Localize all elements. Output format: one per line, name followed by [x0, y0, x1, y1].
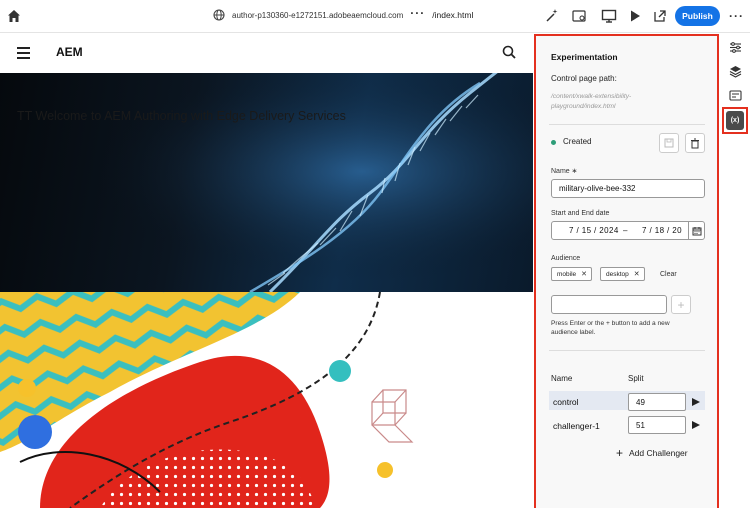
properties-icon[interactable]: [729, 41, 742, 54]
split-input[interactable]: 51: [628, 416, 686, 434]
content-tree-icon[interactable]: [729, 89, 742, 102]
open-external-icon[interactable]: [652, 7, 668, 25]
url-bar[interactable]: author-p130360-e1272151.adobeaemcloud.co…: [213, 6, 473, 21]
search-icon[interactable]: [502, 45, 516, 59]
top-toolbar: author-p130360-e1272151.adobeaemcloud.co…: [0, 0, 750, 33]
site-logo[interactable]: AEM: [56, 45, 83, 59]
add-challenger-label: Add Challenger: [629, 448, 688, 458]
variant-split-header: Split: [628, 374, 644, 383]
audience-help-text: Press Enter or the + button to add a new…: [551, 320, 670, 336]
plus-icon: +: [616, 446, 624, 460]
page-preview[interactable]: AEM TT Welcome to AEM Authoring with Edg…: [0, 33, 533, 508]
name-label: Name ∗: [551, 168, 578, 175]
add-audience-button[interactable]: +: [671, 295, 691, 314]
page-path[interactable]: /index.html: [432, 10, 473, 20]
preview-window-icon[interactable]: [571, 7, 587, 25]
desktop-view-icon[interactable]: [601, 7, 617, 25]
play-variant-icon[interactable]: [692, 398, 700, 406]
trash-icon: [691, 138, 699, 148]
save-icon: [664, 138, 674, 148]
menu-icon[interactable]: [17, 47, 30, 59]
status-text: Created: [563, 137, 592, 146]
date-separator: –: [623, 226, 628, 235]
audience-input[interactable]: [551, 295, 667, 314]
hero-title[interactable]: TT Welcome to AEM Authoring with Edge De…: [17, 109, 346, 123]
name-input[interactable]: military-olive-bee-332: [551, 179, 705, 198]
variant-name[interactable]: control: [553, 397, 579, 407]
site-header: AEM: [0, 33, 533, 73]
publish-button[interactable]: Publish: [675, 6, 720, 26]
control-page-path: /content/xwalk-extensibility-playground/…: [551, 93, 632, 110]
variant-name-header: Name: [551, 374, 573, 383]
plus-icon: +: [677, 297, 685, 312]
divider: [549, 350, 705, 351]
more-options-icon[interactable]: ···: [729, 9, 744, 23]
date-range-picker[interactable]: 7 / 15 / 2024 – 7 / 18 / 20: [551, 221, 705, 240]
end-date[interactable]: 7 / 18 / 20: [642, 226, 682, 235]
magic-wand-icon[interactable]: [544, 7, 560, 25]
play-variant-icon[interactable]: [692, 421, 700, 429]
more-dots-icon[interactable]: ···: [410, 6, 425, 20]
globe-icon: [213, 9, 225, 21]
calendar-icon[interactable]: [688, 222, 705, 239]
audience-tag-desktop: desktop ✕: [600, 267, 645, 281]
clear-audiences-button[interactable]: Clear: [660, 271, 677, 278]
remove-tag-icon[interactable]: ✕: [634, 270, 640, 278]
start-date[interactable]: 7 / 15 / 2024: [569, 226, 619, 235]
date-label: Start and End date: [551, 210, 610, 217]
panel-title: Experimentation: [551, 52, 618, 62]
host-url[interactable]: author-p130360-e1272151.adobeaemcloud.co…: [232, 11, 403, 20]
home-icon[interactable]: [6, 8, 22, 24]
layers-icon[interactable]: [729, 65, 742, 78]
experimentation-toggle-button[interactable]: (x): [722, 107, 748, 134]
audience-label: Audience: [551, 255, 581, 262]
delete-button[interactable]: [685, 133, 705, 153]
right-rail: [719, 33, 750, 508]
audience-tag-label: mobile: [557, 270, 577, 278]
status-dot-icon: [551, 140, 556, 145]
add-challenger-button[interactable]: + Add Challenger: [616, 446, 688, 460]
save-button[interactable]: [659, 133, 679, 153]
variant-name[interactable]: challenger-1: [553, 421, 600, 431]
remove-tag-icon[interactable]: ✕: [581, 270, 587, 278]
experimentation-panel: Experimentation Control page path: /cont…: [534, 34, 719, 508]
audience-tag-label: desktop: [606, 270, 629, 278]
variables-icon: (x): [726, 111, 744, 130]
hero-banner: TT Welcome to AEM Authoring with Edge De…: [0, 73, 533, 292]
split-input[interactable]: 49: [628, 393, 686, 411]
dna-helix-image: [0, 73, 533, 292]
play-preview-icon[interactable]: [627, 7, 643, 25]
audience-tag-mobile: mobile ✕: [551, 267, 593, 281]
divider: [549, 124, 705, 125]
abstract-art-image: [0, 292, 533, 508]
control-page-label: Control page path:: [551, 74, 617, 83]
